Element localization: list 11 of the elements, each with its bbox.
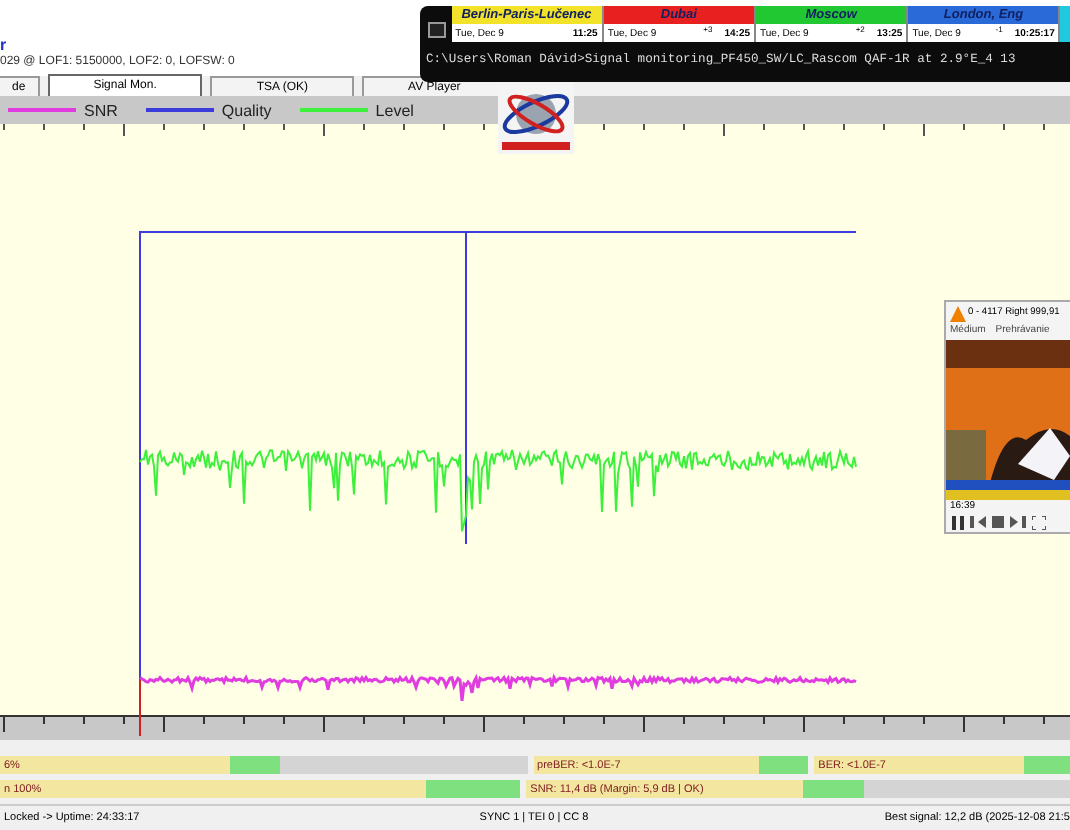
next-icon[interactable] bbox=[1010, 516, 1026, 528]
legend-label: Quality bbox=[221, 101, 272, 119]
pause-icon[interactable] bbox=[952, 515, 964, 529]
cone-icon bbox=[950, 305, 966, 321]
previous-icon[interactable] bbox=[970, 516, 986, 528]
fullscreen-icon[interactable] bbox=[1032, 515, 1046, 529]
marker-line bbox=[139, 679, 141, 737]
app-title: r bbox=[0, 36, 7, 54]
legend-label: SNR bbox=[84, 101, 118, 119]
legend-label: Level bbox=[375, 101, 414, 119]
console-icon bbox=[428, 22, 446, 38]
